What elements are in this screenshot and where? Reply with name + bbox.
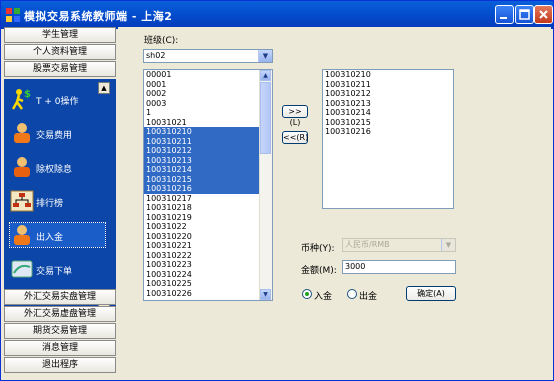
minimize-icon[interactable] (495, 5, 514, 24)
student-list-item[interactable]: 100310223 (144, 260, 272, 270)
student-list-item[interactable]: 100310211 (144, 136, 272, 146)
chevron-down-icon[interactable]: ▼ (441, 239, 455, 251)
deposit-radio[interactable] (302, 289, 312, 299)
confirm-button[interactable]: 确定(A) (406, 286, 456, 301)
currency-select[interactable]: 人民币/RMB ▼ (342, 238, 456, 252)
nav-item-label: 排行榜 (36, 199, 64, 209)
student-list-item[interactable]: 100310215 (144, 174, 272, 184)
amount-label: 金额(M): (301, 266, 337, 276)
nav-item-label: 交易费用 (36, 131, 73, 141)
title-bar[interactable]: 模拟交易系统教师端 - 上海2 (1, 1, 553, 29)
app-icon (6, 8, 20, 22)
scroll-down-icon[interactable]: ▼ (260, 289, 271, 300)
student-list-item[interactable]: 0002 (144, 89, 272, 99)
student-list-item[interactable]: 100310225 (144, 279, 272, 289)
amount-field[interactable]: 3000 (342, 260, 456, 274)
selected-list-item[interactable]: 100310214 (323, 108, 453, 118)
t0-trade-icon: $ (11, 89, 31, 110)
svg-text:$: $ (24, 89, 31, 100)
fee-icon (14, 123, 30, 143)
student-list-item[interactable]: 100310214 (144, 165, 272, 175)
nav-item-label: 交易下单 (36, 267, 73, 277)
nav-forex-virtual-management[interactable]: 外汇交易虚盘管理 (4, 306, 116, 322)
student-list-item[interactable]: 100310212 (144, 146, 272, 156)
maximize-icon[interactable] (515, 5, 534, 24)
close-icon[interactable] (534, 5, 553, 24)
student-list-item[interactable]: 100310219 (144, 213, 272, 223)
window-title: 模拟交易系统教师端 - 上海2 (24, 10, 173, 23)
funds-icon (14, 225, 30, 245)
sidebar: 学生管理 个人资料管理 股票交易管理 ▲ ▼ $ T + 0操作 交易费用 (4, 27, 116, 378)
student-list-item[interactable]: 100310210 (144, 127, 272, 137)
nav-item-label: T + 0操作 (36, 97, 79, 107)
ranking-icon (10, 190, 34, 212)
nav-exit[interactable]: 退出程序 (4, 357, 116, 373)
student-list-item[interactable]: 100310222 (144, 251, 272, 261)
student-list-scrollbar[interactable]: ▲ ▼ (259, 70, 272, 300)
nav-forex-real-management[interactable]: 外汇交易实盘管理 (4, 289, 116, 305)
student-list-item[interactable]: 00001 (144, 70, 272, 80)
nav-student-management[interactable]: 学生管理 (4, 27, 116, 43)
add-button[interactable]: >>(L) (282, 105, 308, 127)
nav-futures-management[interactable]: 期货交易管理 (4, 323, 116, 339)
nav-item-order[interactable]: 交易下单 (10, 257, 105, 281)
selected-list-item[interactable]: 100310215 (323, 118, 453, 128)
class-label: 班级(C): (144, 36, 179, 46)
nav-item-ranking[interactable]: 排行榜 (10, 189, 105, 213)
selected-list-item[interactable]: 100310210 (323, 70, 453, 80)
nav-item-funds[interactable]: 出入金 (9, 222, 106, 248)
scroll-thumb[interactable] (260, 82, 271, 154)
student-list-item[interactable]: 100310218 (144, 203, 272, 213)
nav-message-management[interactable]: 消息管理 (4, 340, 116, 356)
radio-dot (305, 292, 309, 296)
currency-select-value: 人民币/RMB (345, 240, 390, 249)
student-list-item[interactable]: 100310220 (144, 232, 272, 242)
student-list-item[interactable]: 100310226 (144, 289, 272, 299)
nav-item-label: 除权除息 (36, 165, 73, 175)
dividend-icon (14, 157, 30, 177)
student-list-item[interactable]: 100310216 (144, 184, 272, 194)
nav-item-dividend[interactable]: 除权除息 (10, 155, 105, 179)
main-panel: 班级(C): sh02 ▼ 00001 0001 0002 0003 1 10031021… (118, 27, 551, 378)
student-list-item[interactable]: 100310213 (144, 155, 272, 165)
student-list-item[interactable]: 100310221 (144, 241, 272, 251)
nav-item-label: 出入金 (36, 233, 64, 243)
student-list-item[interactable]: 10031021 (144, 118, 272, 128)
student-list-item[interactable]: 1 (144, 108, 272, 118)
scroll-up-icon[interactable]: ▲ (260, 70, 271, 81)
nav-panel: ▲ ▼ $ T + 0操作 交易费用 除权除息 (4, 79, 116, 307)
student-list-item[interactable]: 100310217 (144, 194, 272, 204)
order-icon (11, 260, 33, 278)
nav-item-fee[interactable]: 交易费用 (10, 121, 105, 145)
nav-item-t0[interactable]: $ T + 0操作 (10, 87, 105, 111)
selected-list-item[interactable]: 100310213 (323, 99, 453, 109)
student-list-item[interactable]: 100310224 (144, 270, 272, 280)
selected-list-item[interactable]: 100310216 (323, 127, 453, 137)
withdraw-label: 出金 (359, 292, 378, 302)
nav-profile-management[interactable]: 个人资料管理 (4, 44, 116, 60)
nav-stock-trading-management[interactable]: 股票交易管理 (4, 61, 116, 77)
class-select-value: sh02 (146, 51, 166, 60)
student-list-item[interactable]: 0001 (144, 80, 272, 90)
deposit-label: 入金 (314, 292, 333, 302)
remove-button[interactable]: <<(R) (282, 131, 308, 144)
withdraw-radio[interactable] (347, 289, 357, 299)
selected-list-item[interactable]: 100310212 (323, 89, 453, 99)
class-select[interactable]: sh02 ▼ (143, 49, 273, 63)
student-list[interactable]: 00001 0001 0002 0003 1 10031021 100310210 10031… (143, 69, 273, 301)
chevron-down-icon[interactable]: ▼ (258, 50, 272, 62)
currency-label: 币种(Y): (301, 244, 335, 254)
selected-list[interactable]: 100310210 100310211 100310212 100310213 1003… (322, 69, 454, 209)
selected-list-item[interactable]: 100310211 (323, 80, 453, 90)
student-list-item[interactable]: 0003 (144, 99, 272, 109)
student-list-item[interactable]: 10031022 (144, 222, 272, 232)
app-window: 模拟交易系统教师端 - 上海2 学生管理 个人资料管理 股票交易管理 ▲ ▼ $… (0, 0, 554, 381)
